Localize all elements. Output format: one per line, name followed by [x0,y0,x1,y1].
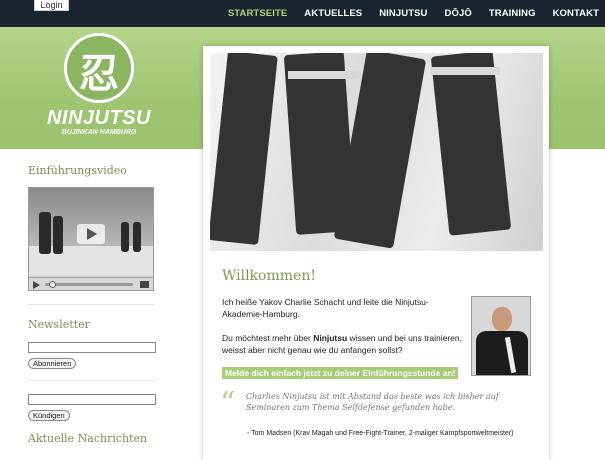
intro-text: Ich heiße Yakov Charlie Schacht und leit… [222,297,429,319]
nav-training[interactable]: TRAINING [489,8,536,19]
nav-startseite[interactable]: STARTSEITE [228,8,287,19]
newsletter-email-input[interactable] [28,342,156,353]
video-figure [121,222,129,252]
portrait-head [492,307,512,331]
video-figure [133,222,141,252]
play-icon[interactable] [33,281,40,289]
nav-kontakt[interactable]: KONTAKT [553,8,599,19]
logo-kanji: 忍 [79,51,119,97]
quote-icon: “ [220,386,236,421]
portrait-body [476,331,528,375]
intro-video[interactable] [28,187,154,291]
nav-aktuelles[interactable]: AKTUELLES [304,8,362,19]
instructor-portrait [471,296,531,376]
unsubscribe-button[interactable]: Kündigen [28,410,70,421]
testimonial-quote: Charlies Ninjutsu ist mit Abstand das be… [246,392,499,412]
cta-link[interactable]: Melde dich einfach jetzt zu deiner Einfü… [222,367,459,379]
video-seek-handle[interactable] [49,281,56,288]
hero-photo [210,53,543,251]
top-bar: Login STARTSEITE AKTUELLES NINJUTSU DŌJŌ… [0,0,605,27]
logo-subtitle: BUJINKAN HAMBURG [61,129,137,136]
question-text: Du möchtest mehr über Ninjutsu wissen un… [222,332,462,356]
divider [28,304,154,305]
video-seek-bar[interactable] [45,283,133,286]
welcome-heading: Willkommen! [222,268,316,284]
newsletter-title: Newsletter [28,318,90,331]
play-icon [87,228,97,240]
photo-leg [210,53,278,246]
question-bold: Ninjutsu [313,333,348,343]
video-figure [39,212,51,254]
nav-dojo[interactable]: DŌJŌ [445,8,472,19]
video-title: Einführungsvideo [28,164,127,177]
nav-ninjutsu[interactable]: NINJUTSU [379,8,427,19]
subscribe-button[interactable]: Abonnieren [28,358,77,369]
question-pre: Du möchtest mehr über [222,333,314,343]
testimonial-author: - Tom Madsen (Krav Magah und Free-Fight-… [247,430,514,437]
unsubscribe-email-input[interactable] [28,394,156,405]
login-button[interactable]: Login [34,0,69,11]
main-nav: STARTSEITE AKTUELLES NINJUTSU DŌJŌ TRAIN… [228,8,599,19]
logo-wordmark: NINJUTSU [46,107,151,129]
volume-icon[interactable] [140,281,149,288]
photo-belt [288,71,358,79]
photo-leg [430,53,512,236]
divider [28,380,154,381]
site-logo[interactable]: 忍 NINJUTSU BUJINKAN HAMBURG [44,33,154,143]
photo-belt [430,67,500,75]
news-title: Aktuelle Nachrichten [28,432,148,445]
video-controls [29,277,153,290]
video-figure [53,216,63,254]
video-play-overlay[interactable] [77,224,105,244]
